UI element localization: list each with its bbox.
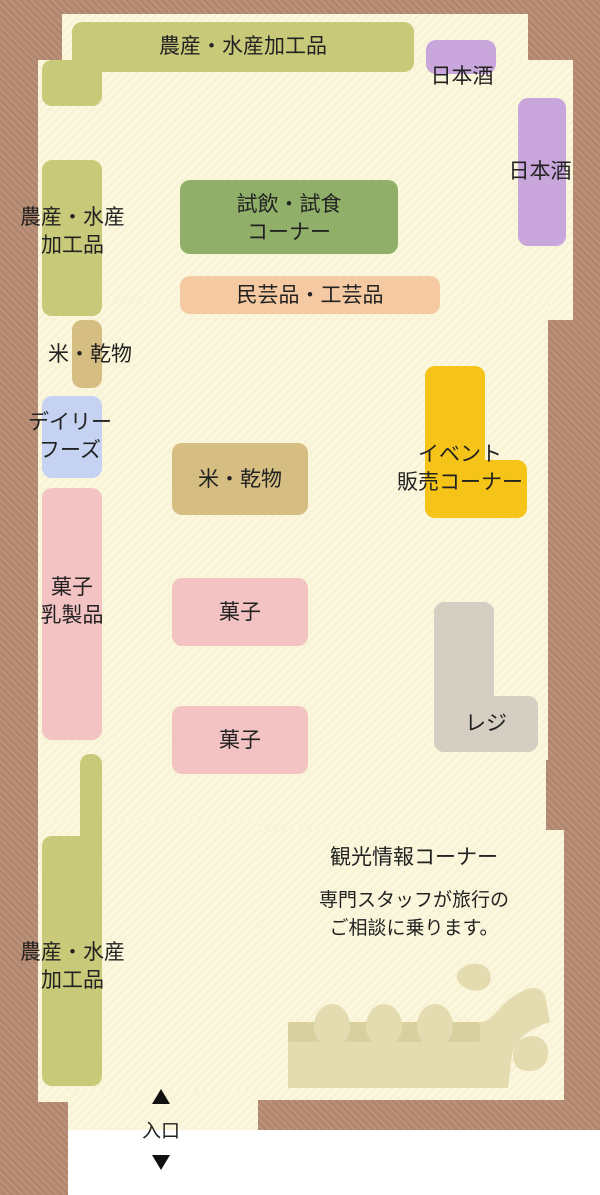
daily-label-1: デイリー: [28, 410, 112, 434]
info-title: 観光情報コーナー: [330, 845, 498, 869]
entrance-label[interactable]: 入口: [131, 1117, 191, 1146]
sake-top-label: 日本酒: [430, 64, 494, 88]
left-wall-bottom: [0, 1130, 68, 1195]
event-label-1: イベント: [418, 442, 502, 466]
sweets-1-label: 菓子: [219, 600, 261, 624]
rice-center-label: 米・乾物: [198, 467, 282, 491]
produce-top-label: 農産・水産加工品: [159, 34, 327, 58]
info-desc-1: 専門スタッフが旅行の: [318, 889, 509, 911]
info-desc-2: ご相談に乗ります。: [329, 917, 499, 939]
daily-label-2: フーズ: [39, 438, 101, 462]
produce-bottom-label-1: 農産・水産: [20, 940, 125, 964]
entrance-arrow-down-icon: [152, 1155, 170, 1170]
produce-left-label-2: 加工品: [41, 233, 104, 257]
register-label: レジ: [465, 711, 507, 735]
sweets-dairy-label-1: 菓子: [51, 575, 93, 599]
tasting-label-2: コーナー: [247, 220, 331, 244]
consultation-counter-illustration: [288, 963, 550, 1088]
rice-left-label: 米・乾物: [48, 342, 132, 366]
produce-bottom-label-2: 加工品: [41, 968, 104, 992]
sake-right-label: 日本酒: [508, 159, 572, 183]
entrance-arrow-up-icon: [152, 1089, 170, 1104]
event-label-2: 販売コーナー: [397, 470, 523, 494]
produce-left-label-1: 農産・水産: [20, 205, 125, 229]
sweets-2-label: 菓子: [219, 728, 261, 752]
sweets-dairy-label-2: 乳製品: [40, 603, 104, 627]
crafts-label: 民芸品・工芸品: [236, 283, 384, 307]
tasting-label-1: 試飲・試食: [236, 192, 342, 216]
produce-counter-top-side: [42, 60, 102, 106]
